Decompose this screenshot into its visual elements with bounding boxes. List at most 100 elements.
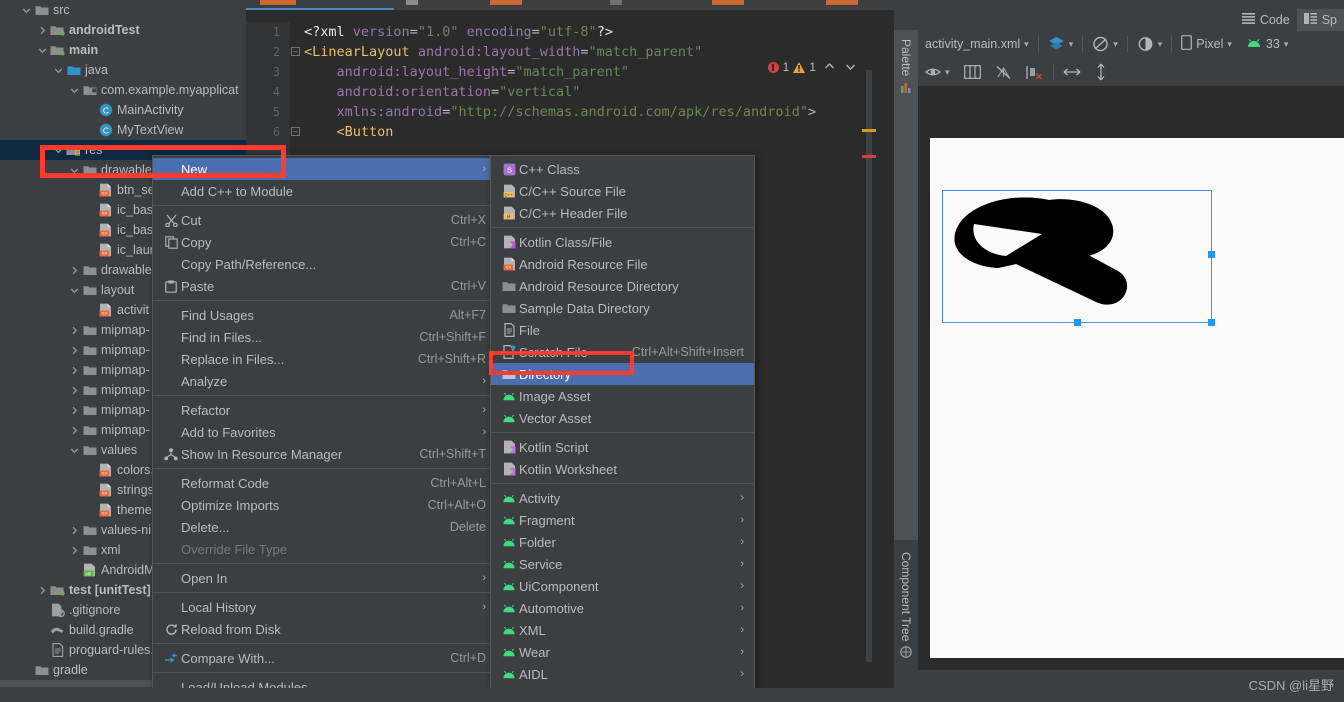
selection-bounds[interactable] [942,190,1215,326]
split-view-button[interactable]: Sp [1296,9,1344,31]
submenu-item-kotlin-class-file[interactable]: Kotlin Class/File [491,231,754,253]
layout-file-selector[interactable]: activity_main.xml ▾ [918,32,1036,56]
menu-item-refactor[interactable]: Refactor › [153,399,496,421]
submenu-item-sample-data-directory[interactable]: Sample Data Directory [491,297,754,319]
code-view-button[interactable]: Code [1235,9,1297,31]
submenu-item-file[interactable]: File [491,319,754,341]
editor-code-text[interactable]: <?xml version="1.0" encoding="utf-8"?> <L… [304,22,894,142]
chevron-down-icon[interactable] [36,46,49,55]
chevron-right-icon[interactable] [68,546,81,555]
submenu-item-automotive[interactable]: Automotive › [491,597,754,619]
menu-item-add-c++-to-module[interactable]: Add C++ to Module [153,180,496,202]
new-submenu[interactable]: S C++ Class C++ C/C++ Source File H C/C++ Hea… [490,155,755,702]
columns-layout-icon[interactable] [957,60,988,84]
chevron-right-icon[interactable] [36,26,49,35]
code-line[interactable]: <LinearLayout android:layout_width="matc… [304,42,894,62]
horizontal-align-icon[interactable] [1056,60,1088,84]
context-menu[interactable]: New › Add C++ to Module Cut Ctrl+X Copy Ctrl+C… [152,155,497,702]
chevron-right-icon[interactable] [68,266,81,275]
chevron-right-icon[interactable] [36,586,49,595]
clear-constraints-icon[interactable] [1019,60,1051,84]
tree-row-mytextview[interactable]: C MyTextView [0,120,246,140]
menu-item-reformat-code[interactable]: Reformat Code Ctrl+Alt+L [153,472,496,494]
eye-visibility-icon[interactable]: ▾ [918,60,957,84]
menu-item-analyze[interactable]: Analyze › [153,370,496,392]
menu-item-find-in-files[interactable]: Find in Files... Ctrl+Shift+F [153,326,496,348]
resize-handle-bottom[interactable] [1074,319,1081,326]
device-selector[interactable]: Pixel ▾ [1174,32,1239,56]
device-preview[interactable] [930,138,1344,658]
theme-icon[interactable]: ▾ [1130,32,1170,56]
chevron-down-icon[interactable] [52,66,65,75]
chevron-down-icon[interactable] [68,166,81,175]
submenu-item-directory[interactable]: Directory [491,363,754,385]
fold-toggle-linearlayout[interactable]: – [291,47,300,56]
chevron-right-icon[interactable] [68,526,81,535]
palette-tab[interactable]: Palette [894,30,918,102]
fold-toggle-button[interactable]: – [291,127,300,136]
menu-item-local-history[interactable]: Local History › [153,596,496,618]
code-line[interactable]: android:orientation="vertical" [304,82,894,102]
submenu-item-kotlin-script[interactable]: Kotlin Script [491,436,754,458]
submenu-item-vector-asset[interactable]: Vector Asset [491,407,754,429]
submenu-item-kotlin-worksheet[interactable]: Kotlin Worksheet [491,458,754,480]
warning-stripe-marker[interactable] [862,129,876,132]
tree-row-androidtest[interactable]: androidTest [0,20,246,40]
inspection-widget[interactable]: 1 1 [767,60,856,74]
design-preview-pane[interactable]: Palette Component Tree activity_main.xml… [894,0,1344,688]
submenu-item-xml[interactable]: XML › [491,619,754,641]
next-problem-icon[interactable] [839,60,856,74]
chevron-right-icon[interactable] [68,366,81,375]
menu-item-delete[interactable]: Delete... Delete [153,516,496,538]
tree-row-com-example-myapplicat[interactable]: com.example.myapplicat [0,80,246,100]
design-toolbar-primary[interactable]: activity_main.xml ▾ ▾ ▾ ▾ Pixel ▾ 33 ▾ [918,30,1344,58]
menu-item-find-usages[interactable]: Find Usages Alt+F7 [153,304,496,326]
menu-item-reload-from-disk[interactable]: Reload from Disk [153,618,496,640]
chevron-right-icon[interactable] [68,386,81,395]
menu-item-copy-path-reference[interactable]: Copy Path/Reference... [153,253,496,275]
submenu-item-android-resource-directory[interactable]: Android Resource Directory [491,275,754,297]
chevron-right-icon[interactable] [68,426,81,435]
submenu-item-aidl[interactable]: AIDL › [491,663,754,685]
submenu-item-fragment[interactable]: Fragment › [491,509,754,531]
chevron-down-icon[interactable] [52,146,65,155]
submenu-item-wear[interactable]: Wear › [491,641,754,663]
editor-tab-strip[interactable] [246,0,894,10]
editor-scrollbar[interactable] [866,70,872,662]
code-line[interactable]: xmlns:android="http://schemas.android.co… [304,102,894,122]
chevron-right-icon[interactable] [68,326,81,335]
chevron-down-icon[interactable] [68,286,81,295]
submenu-item-c++-class[interactable]: S C++ Class [491,158,754,180]
code-line[interactable]: <?xml version="1.0" encoding="utf-8"?> [304,22,894,42]
chevron-right-icon[interactable] [68,406,81,415]
component-tree-tab[interactable]: Component Tree [894,540,918,670]
editor-view-toggle[interactable]: Code Sp [1235,8,1344,32]
layers-icon[interactable]: ▾ [1041,32,1081,56]
chevron-down-icon[interactable] [68,86,81,95]
submenu-item-image-asset[interactable]: Image Asset [491,385,754,407]
submenu-item-scratch-file[interactable]: Scratch File Ctrl+Alt+Shift+Insert [491,341,754,363]
error-stripe-marker[interactable] [862,155,876,158]
submenu-item-c-c++-header-file[interactable]: H C/C++ Header File [491,202,754,224]
submenu-item-uicomponent[interactable]: UiComponent › [491,575,754,597]
tree-row-src[interactable]: src [0,0,246,20]
orientation-icon[interactable]: ▾ [1085,32,1125,56]
menu-item-replace-in-files[interactable]: Replace in Files... Ctrl+Shift+R [153,348,496,370]
tree-row-mainactivity[interactable]: C MainActivity [0,100,246,120]
design-canvas[interactable] [918,86,1344,670]
menu-item-optimize-imports[interactable]: Optimize Imports Ctrl+Alt+O [153,494,496,516]
design-toolbar-secondary[interactable]: ▾ [918,58,1344,86]
tree-row-main[interactable]: main [0,40,246,60]
resize-handle-corner[interactable] [1208,319,1215,326]
resize-handle-right[interactable] [1208,251,1215,258]
menu-item-cut[interactable]: Cut Ctrl+X [153,209,496,231]
chevron-down-icon[interactable] [68,446,81,455]
code-line[interactable]: <Button [304,122,894,142]
submenu-item-folder[interactable]: Folder › [491,531,754,553]
menu-item-open-in[interactable]: Open In › [153,567,496,589]
menu-item-add-to-favorites[interactable]: Add to Favorites › [153,421,496,443]
vertical-align-icon[interactable] [1088,60,1114,84]
chevron-right-icon[interactable] [68,346,81,355]
chevron-down-icon[interactable] [20,6,33,15]
menu-item-compare-with[interactable]: Compare With... Ctrl+D [153,647,496,669]
